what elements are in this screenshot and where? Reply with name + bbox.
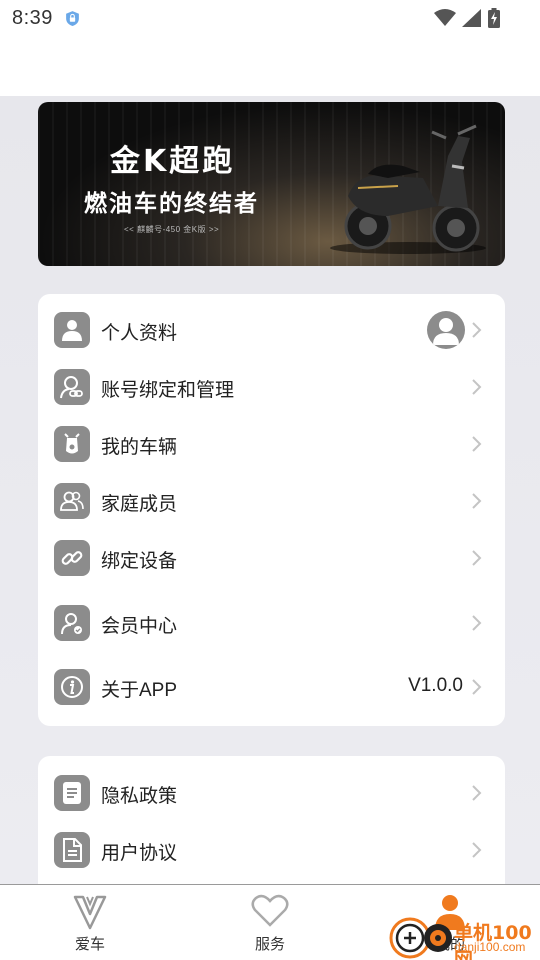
menu-row-profile[interactable]: 个人资料: [38, 302, 505, 358]
profile-page: 金K超跑 燃油车的终结者 << 麒麟号-450 金K版 >> 个人资料 账号绑定…: [0, 96, 540, 884]
chevron-right-icon: [472, 436, 482, 452]
nav-label: 服务: [254, 936, 285, 953]
banner-tagline: << 麒麟号-450 金K版 >>: [124, 225, 220, 234]
menu-label: 隐私政策: [101, 786, 178, 807]
watermark: 单机100网 danji100.com: [388, 892, 540, 960]
settings-card-main: 个人资料 账号绑定和管理 我的车辆 家庭成员 绑定设备 会员中心 关于APP V…: [38, 294, 505, 726]
menu-row-bind-device[interactable]: 绑定设备: [38, 530, 505, 586]
menu-label: 家庭成员: [101, 494, 178, 515]
menu-row-about-app[interactable]: 关于APP V1.0.0: [38, 659, 505, 715]
family-icon: [54, 483, 90, 519]
avatar[interactable]: [427, 311, 465, 349]
member-icon: [54, 605, 90, 641]
nav-label: 爱车: [74, 936, 105, 953]
scooter-image: [330, 124, 486, 254]
nav-item-service[interactable]: 服务: [220, 885, 320, 960]
agreement-icon: [54, 832, 90, 868]
chevron-right-icon: [472, 493, 482, 509]
header-area: [0, 36, 540, 96]
menu-label: 账号绑定和管理: [101, 380, 235, 401]
menu-label: 绑定设备: [101, 551, 178, 572]
menu-row-account-binding[interactable]: 账号绑定和管理: [38, 359, 505, 415]
account-link-icon: [54, 369, 90, 405]
chevron-right-icon: [472, 679, 482, 695]
promo-banner[interactable]: 金K超跑 燃油车的终结者 << 麒麟号-450 金K版 >>: [38, 102, 505, 266]
status-time: 8:39: [12, 7, 53, 29]
shield-icon: [66, 11, 79, 26]
menu-row-member-center[interactable]: 会员中心: [38, 595, 505, 651]
app-version: V1.0.0: [408, 675, 463, 696]
menu-row-privacy-policy[interactable]: 隐私政策: [38, 765, 505, 821]
menu-row-user-agreement[interactable]: 用户协议: [38, 822, 505, 878]
chevron-right-icon: [472, 842, 482, 858]
user-icon: [54, 312, 90, 348]
menu-row-my-vehicle[interactable]: 我的车辆: [38, 416, 505, 472]
document-icon: [54, 775, 90, 811]
car-logo-icon: [73, 895, 107, 930]
menu-row-family-members[interactable]: 家庭成员: [38, 473, 505, 529]
nav-item-car[interactable]: 爱车: [40, 885, 140, 960]
chevron-right-icon: [472, 615, 482, 631]
menu-label: 个人资料: [101, 323, 178, 344]
info-icon: [54, 669, 90, 705]
scooter-icon: [54, 426, 90, 462]
banner-subtitle: 燃油车的终结者: [84, 191, 259, 217]
chevron-right-icon: [472, 379, 482, 395]
battery-icon: [488, 8, 500, 28]
link-icon: [54, 540, 90, 576]
chevron-right-icon: [472, 322, 482, 338]
chevron-right-icon: [472, 550, 482, 566]
banner-title: 金K超跑: [110, 144, 236, 179]
settings-card-legal: 隐私政策 用户协议: [38, 756, 505, 884]
wifi-icon: [434, 9, 456, 26]
chevron-right-icon: [472, 785, 482, 801]
menu-label: 我的车辆: [101, 437, 178, 458]
watermark-logo: [389, 917, 452, 959]
signal-icon: [462, 9, 481, 27]
status-bar: 8:39: [0, 0, 540, 36]
menu-label: 用户协议: [101, 843, 178, 864]
menu-label: 关于APP: [101, 680, 178, 701]
watermark-url: danji100.com: [454, 940, 526, 954]
menu-label: 会员中心: [101, 616, 178, 637]
heart-icon: [251, 894, 289, 927]
